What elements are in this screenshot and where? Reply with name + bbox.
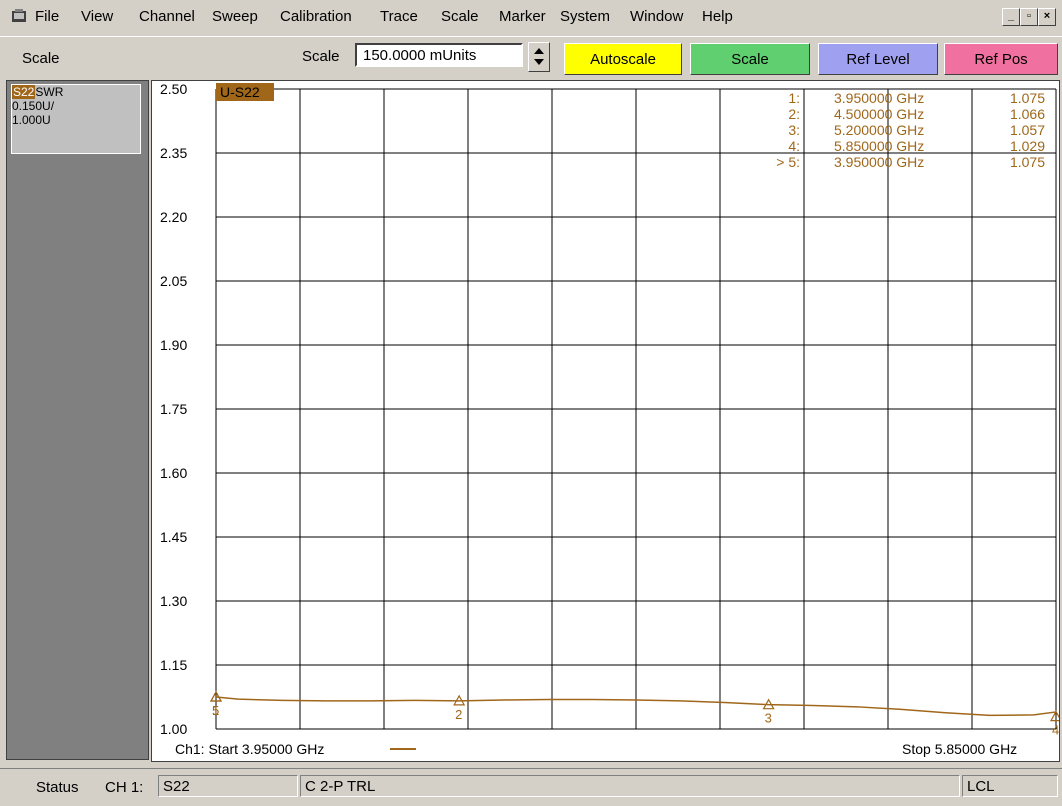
marker-readout-id: 3:	[788, 122, 800, 138]
marker-number: 2	[455, 707, 462, 722]
window-controls: _ ▫ ×	[1002, 8, 1056, 26]
status-param: S22	[158, 775, 298, 797]
y-tick-label: 1.30	[160, 593, 187, 609]
menu-bar: File View Channel Sweep Calibration Trac…	[0, 0, 1062, 37]
y-tick-labels: 2.50 2.35 2.20 2.05 1.90 1.75 1.60 1.45 1.30 1.15…	[160, 81, 187, 737]
marker-readout-freq: 3.950000 GHz	[834, 154, 924, 170]
ref-pos-button[interactable]: Ref Pos	[944, 43, 1058, 75]
y-tick-label: 2.50	[160, 81, 187, 97]
trace-format: SWR	[35, 85, 64, 99]
ref-level-button[interactable]: Ref Level	[818, 43, 938, 75]
menu-view[interactable]: View	[81, 8, 113, 25]
marker-readout-table: 1: 3.950000 GHz 1.075 2: 4.500000 GHz 1.066 3:…	[776, 90, 1045, 170]
marker-readout-id: 2:	[788, 106, 800, 122]
menu-trace[interactable]: Trace	[380, 8, 418, 25]
trace-ref: 1.000U	[12, 113, 51, 127]
scale-spinner[interactable]	[528, 42, 550, 72]
marker-readout-freq: 5.850000 GHz	[834, 138, 924, 154]
autoscale-button[interactable]: Autoscale	[564, 43, 682, 75]
trace-param: S22	[12, 85, 36, 99]
status-remote: LCL	[962, 775, 1058, 797]
y-tick-label: 1.00	[160, 721, 187, 737]
y-tick-label: 1.15	[160, 657, 187, 673]
menu-marker[interactable]: Marker	[499, 8, 546, 25]
marker-readout-value: 1.075	[1010, 154, 1045, 170]
menu-system[interactable]: System	[560, 8, 610, 25]
swr-chart[interactable]: 2.50 2.35 2.20 2.05 1.90 1.75 1.60 1.45 1.30 1.15…	[152, 81, 1062, 761]
marker-readout-value: 1.029	[1010, 138, 1045, 154]
marker-readout-value: 1.066	[1010, 106, 1045, 122]
marker-readout-id: 4:	[788, 138, 800, 154]
restore-icon[interactable]: ▫	[1020, 8, 1038, 26]
y-tick-label: 1.45	[160, 529, 187, 545]
y-tick-label: 2.20	[160, 209, 187, 225]
trace-panel	[6, 80, 149, 760]
menu-calibration[interactable]: Calibration	[280, 8, 352, 25]
marker-number: 4	[1052, 723, 1059, 738]
marker-layer: 1 2 345	[209, 690, 1062, 738]
menu-scale[interactable]: Scale	[441, 8, 479, 25]
stop-frequency-label: Stop 5.85000 GHz	[902, 741, 1017, 757]
marker-number: 3	[765, 711, 772, 726]
y-tick-label: 2.05	[160, 273, 187, 289]
y-tick-label: 2.35	[160, 145, 187, 161]
chart-area: 2.50 2.35 2.20 2.05 1.90 1.75 1.60 1.45 1.30 1.15…	[151, 80, 1062, 762]
status-label: Status	[36, 779, 79, 796]
marker-number: 5	[212, 703, 219, 718]
start-frequency-label: Ch1: Start 3.95000 GHz	[175, 741, 324, 757]
scale-toolbar: Scale Scale Autoscale Scale Ref Level Re…	[0, 38, 1062, 78]
menu-file[interactable]: File	[35, 8, 59, 25]
marker-readout-value: 1.057	[1010, 122, 1045, 138]
scale-field-label: Scale	[302, 48, 340, 65]
status-bar: Status CH 1: S22 C 2-P TRL LCL	[0, 768, 1062, 806]
menu-sweep[interactable]: Sweep	[212, 8, 258, 25]
trace-label: U-S22	[220, 84, 260, 100]
chart-grid	[215, 88, 1057, 730]
trace-info-box[interactable]: S22SWR 0.150U/ 1.000U	[11, 84, 141, 154]
marker-readout-id: 1:	[788, 90, 800, 106]
status-channel: CH 1:	[105, 779, 144, 796]
y-tick-label: 1.75	[160, 401, 187, 417]
marker-readout-freq: 4.500000 GHz	[834, 106, 924, 122]
trace-per-div: 0.150U/	[12, 99, 55, 113]
close-icon[interactable]: ×	[1038, 8, 1056, 26]
scale-button[interactable]: Scale	[690, 43, 810, 75]
scale-input[interactable]	[355, 43, 523, 67]
minimize-icon[interactable]: _	[1002, 8, 1020, 26]
menu-channel[interactable]: Channel	[139, 8, 195, 25]
marker-readout-id: > 5:	[776, 154, 800, 170]
marker-readout-freq: 3.950000 GHz	[834, 90, 924, 106]
status-calibration: C 2-P TRL	[300, 775, 960, 797]
y-tick-label: 1.90	[160, 337, 187, 353]
spinner-up-icon[interactable]	[534, 48, 544, 54]
marker-readout-value: 1.075	[1010, 90, 1045, 106]
spinner-down-icon[interactable]	[534, 59, 544, 65]
y-tick-label: 1.60	[160, 465, 187, 481]
menu-help[interactable]: Help	[702, 8, 733, 25]
marker-readout-freq: 5.200000 GHz	[834, 122, 924, 138]
toolbar-title: Scale	[22, 50, 60, 67]
app-icon	[12, 9, 26, 22]
menu-window[interactable]: Window	[630, 8, 683, 25]
